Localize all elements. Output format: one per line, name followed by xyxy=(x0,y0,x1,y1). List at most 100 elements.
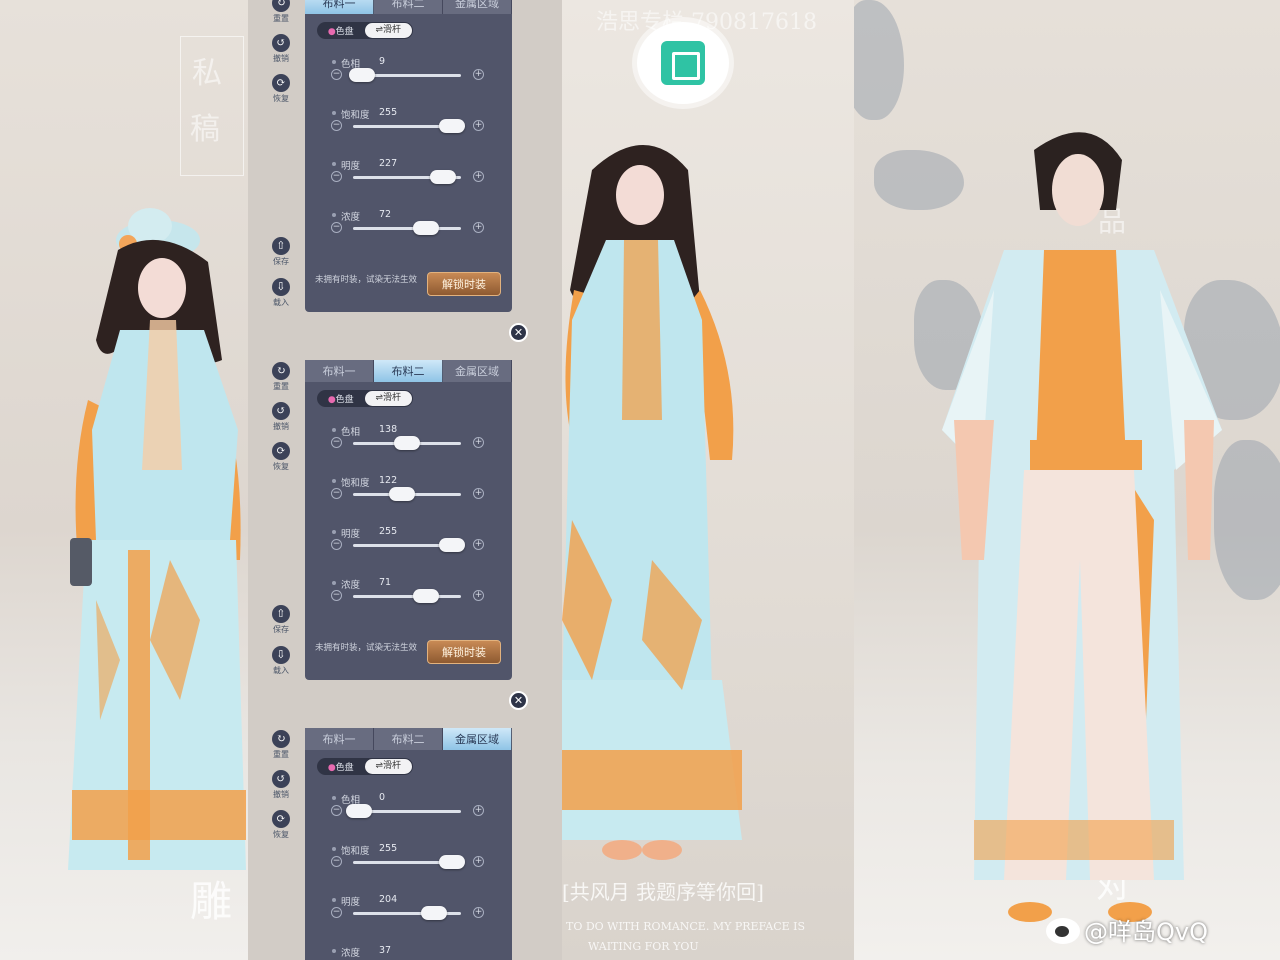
reset-button[interactable]: ↻ 重置 xyxy=(268,0,294,24)
saturation-slider[interactable] xyxy=(353,119,466,133)
hue-plus-button[interactable]: + xyxy=(473,437,484,448)
hue-slider[interactable] xyxy=(353,436,461,450)
palette-icon: ● xyxy=(327,395,336,405)
hue-minus-button[interactable]: − xyxy=(331,437,342,448)
save-button[interactable]: ⇧ 保存 xyxy=(268,605,294,635)
saturation-thumb[interactable] xyxy=(439,119,466,133)
palette-mode[interactable]: ●色盘 xyxy=(317,760,365,773)
save-button[interactable]: ⇧ 保存 xyxy=(268,237,294,267)
saturation-plus-button[interactable]: + xyxy=(473,856,484,867)
hue-label: 色相 xyxy=(331,424,360,438)
unlock-outfit-button[interactable]: 解锁时装 xyxy=(427,272,501,296)
undo-button[interactable]: ↺ 撤销 xyxy=(268,770,294,800)
density-plus-button[interactable]: + xyxy=(473,222,484,233)
load-button[interactable]: ⇩ 载入 xyxy=(268,646,294,676)
tab-metal[interactable]: 金属区域 xyxy=(443,360,512,382)
density-minus-button[interactable]: − xyxy=(331,590,342,601)
brightness-slider[interactable] xyxy=(353,906,461,920)
density-minus-button[interactable]: − xyxy=(331,222,342,233)
hue-thumb[interactable] xyxy=(394,436,420,450)
female-figure-1 xyxy=(68,208,246,870)
saturation-thumb[interactable] xyxy=(388,487,415,501)
brightness-slider[interactable] xyxy=(353,538,466,552)
tab-metal[interactable]: 金属区域 xyxy=(443,728,512,750)
slider-mode[interactable]: ⇌滑杆 xyxy=(364,759,412,774)
reset-button[interactable]: ↻ 重置 xyxy=(268,362,294,392)
load-button[interactable]: ⇩ 载入 xyxy=(268,278,294,308)
density-thumb[interactable] xyxy=(413,589,440,603)
density-row: 浓度 37 xyxy=(331,945,491,960)
brightness-plus-button[interactable]: + xyxy=(473,539,484,550)
tab-fabric-1[interactable]: 布料一 xyxy=(305,0,374,14)
slider-mode[interactable]: ⇌滑杆 xyxy=(364,391,412,406)
brightness-thumb[interactable] xyxy=(429,170,456,184)
restore-button[interactable]: ⟳ 恢复 xyxy=(268,810,294,840)
brightness-minus-button[interactable]: − xyxy=(331,171,342,182)
palette-mode[interactable]: ●色盘 xyxy=(317,24,365,37)
tab-fabric-2[interactable]: 布料二 xyxy=(374,360,443,382)
saturation-plus-button[interactable]: + xyxy=(473,488,484,499)
palette-mode[interactable]: ●色盘 xyxy=(317,392,365,405)
undo-button[interactable]: ↺ 撤销 xyxy=(268,402,294,432)
saturation-minus-button[interactable]: − xyxy=(331,856,342,867)
restore-button[interactable]: ⟳ 恢复 xyxy=(268,442,294,472)
dye-panel-2: ●色盘 ⇌滑杆 色相 138 − + 饱和度 122 − + 明度 255 − … xyxy=(305,382,512,680)
hue-thumb[interactable] xyxy=(348,68,375,82)
saturation-minus-button[interactable]: − xyxy=(331,488,342,499)
density-label: 浓度 xyxy=(331,209,360,223)
tab-fabric-2[interactable]: 布料二 xyxy=(374,0,443,14)
slider-mode[interactable]: ⇌滑杆 xyxy=(364,23,412,38)
brightness-thumb[interactable] xyxy=(421,906,447,920)
upload-icon: ⇧ xyxy=(272,237,290,255)
hue-plus-button[interactable]: + xyxy=(473,805,484,816)
hue-minus-button[interactable]: − xyxy=(331,805,342,816)
saturation-thumb[interactable] xyxy=(439,855,466,869)
tab-bar-3: 布料一 布料二 金属区域 xyxy=(305,728,512,750)
hue-plus-button[interactable]: + xyxy=(473,69,484,80)
undo-button[interactable]: ↺ 撤销 xyxy=(268,34,294,64)
hue-minus-button[interactable]: − xyxy=(331,69,342,80)
brightness-slider[interactable] xyxy=(353,170,461,184)
restore-button[interactable]: ⟳ 恢复 xyxy=(268,74,294,104)
density-thumb[interactable] xyxy=(413,221,440,235)
brightness-thumb[interactable] xyxy=(439,538,466,552)
density-plus-button[interactable]: + xyxy=(473,590,484,601)
undo-icon: ↺ xyxy=(272,402,290,420)
brightness-label: 明度 xyxy=(331,894,360,908)
brightness-label: 明度 xyxy=(331,526,360,540)
tab-fabric-1[interactable]: 布料一 xyxy=(305,728,374,750)
tab-fabric-2[interactable]: 布料二 xyxy=(374,728,443,750)
saturation-slider[interactable] xyxy=(353,487,461,501)
brightness-plus-button[interactable]: + xyxy=(473,171,484,182)
saturation-plus-button[interactable]: + xyxy=(473,120,484,131)
brightness-minus-button[interactable]: − xyxy=(331,539,342,550)
hue-slider[interactable] xyxy=(348,68,461,82)
brightness-minus-button[interactable]: − xyxy=(331,907,342,918)
tab-metal[interactable]: 金属区域 xyxy=(443,0,512,14)
hue-slider[interactable] xyxy=(346,804,461,818)
saturation-label: 饱和度 xyxy=(332,475,370,489)
brightness-plus-button[interactable]: + xyxy=(473,907,484,918)
close-icon[interactable]: ✕ xyxy=(509,691,528,710)
tab-bar-1: 布料一 布料二 金属区域 xyxy=(305,0,512,14)
reset-button[interactable]: ↻ 重置 xyxy=(268,730,294,760)
palette-icon: ● xyxy=(327,763,336,773)
saturation-minus-button[interactable]: − xyxy=(331,120,342,131)
density-value: 72 xyxy=(379,209,392,220)
brightness-row: 明度 204 − + xyxy=(331,894,491,934)
close-icon[interactable]: ✕ xyxy=(509,323,528,342)
hue-value: 0 xyxy=(379,792,386,803)
saturation-slider[interactable] xyxy=(353,855,466,869)
mode-toggle[interactable]: ●色盘 ⇌滑杆 xyxy=(317,390,413,407)
trial-notice: 未拥有时装，试染无法生效 xyxy=(315,643,418,653)
density-slider[interactable] xyxy=(353,221,461,235)
hue-thumb[interactable] xyxy=(346,804,373,818)
right-character-view: 品 落 笔 对 版 权 xyxy=(854,0,1280,960)
mode-toggle[interactable]: ●色盘 ⇌滑杆 xyxy=(317,758,413,775)
female-figure-2 xyxy=(562,145,742,860)
density-slider[interactable] xyxy=(353,589,461,603)
tab-fabric-1[interactable]: 布料一 xyxy=(305,360,374,382)
mode-toggle[interactable]: ●色盘 ⇌滑杆 xyxy=(317,22,413,39)
unlock-outfit-button[interactable]: 解锁时装 xyxy=(427,640,501,664)
weibo-icon xyxy=(1046,918,1080,944)
